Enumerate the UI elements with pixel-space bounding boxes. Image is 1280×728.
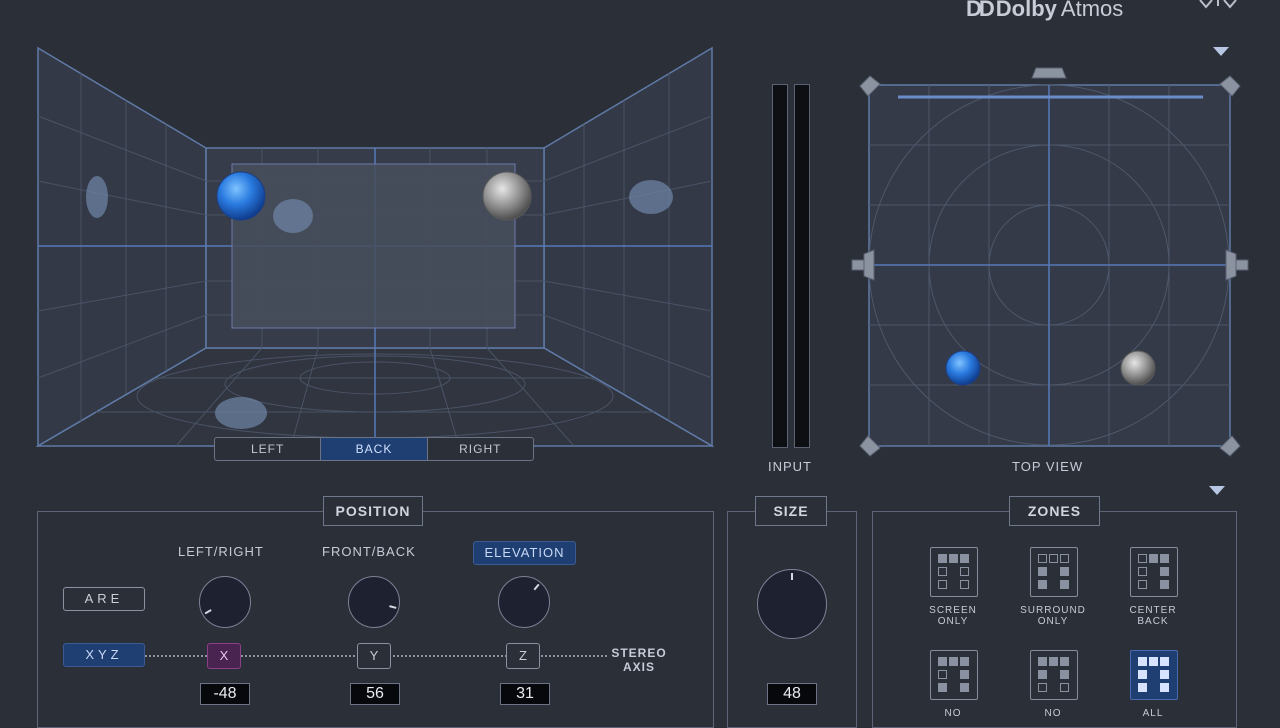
z-value-field[interactable]: 31	[500, 683, 550, 705]
xyz-mode-button[interactable]: XYZ	[63, 643, 145, 667]
audio-object-blue[interactable]	[216, 171, 266, 221]
zone-screen-line2: ONLY	[937, 616, 969, 627]
left-wall-shadow	[86, 176, 108, 218]
zone-all-button[interactable]	[1130, 650, 1178, 700]
zones-menu-arrow-icon[interactable]	[1209, 486, 1225, 495]
zone-no-back-label: NO	[1044, 708, 1062, 719]
zone-center-line2: BACK	[1137, 616, 1169, 627]
segment-back[interactable]: BACK	[321, 438, 428, 460]
top-object-blue[interactable]	[945, 350, 981, 386]
elevation-knob[interactable]	[498, 576, 550, 628]
zone-screen-only-button[interactable]	[930, 547, 978, 597]
zone-screen-only-label: SCREEN ONLY	[913, 605, 993, 627]
segment-left[interactable]: LEFT	[215, 438, 322, 460]
speaker-center-top-icon	[1031, 67, 1067, 79]
x-value-field[interactable]: -48	[200, 683, 250, 705]
brand-name-bold: Dolby	[995, 0, 1057, 21]
size-title: SIZE	[755, 496, 827, 526]
stereo-axis-line1: STEREO	[611, 646, 667, 660]
x-axis-button[interactable]: X	[207, 643, 241, 669]
input-meter-left	[772, 84, 788, 448]
settings-icon[interactable]	[1196, 0, 1240, 10]
top-object-gray[interactable]	[1120, 350, 1156, 386]
size-knob[interactable]	[757, 569, 827, 639]
zone-surround-line2: ONLY	[1037, 616, 1069, 627]
zone-surround-only-label: SURROUND ONLY	[1013, 605, 1093, 627]
zone-center-back-label: CENTER BACK	[1113, 605, 1193, 627]
y-value-field[interactable]: 56	[350, 683, 400, 705]
front-back-label: FRONT/BACK	[322, 544, 416, 559]
y-axis-button[interactable]: Y	[357, 643, 391, 669]
segment-right[interactable]: RIGHT	[428, 438, 533, 460]
z-axis-button[interactable]: Z	[506, 643, 540, 669]
back-wall-shadow	[273, 199, 313, 233]
front-back-knob[interactable]	[348, 576, 400, 628]
dolby-atmos-logo: DD Dolby Atmos	[966, 0, 1123, 22]
stereo-axis-label[interactable]: STEREO AXIS	[604, 646, 674, 674]
zone-no-sides-button[interactable]	[930, 650, 978, 700]
zone-surround-line1: SURROUND	[1020, 605, 1086, 616]
left-right-label: LEFT/RIGHT	[178, 544, 264, 559]
zone-no-sides-label: NO	[944, 708, 962, 719]
top-view-panner[interactable]	[848, 64, 1252, 464]
zones-title: ZONES	[1009, 496, 1100, 526]
top-view-label: TOP VIEW	[1012, 459, 1084, 474]
top-view-menu-arrow-icon[interactable]	[1213, 47, 1229, 56]
elevation-toggle[interactable]: ELEVATION	[473, 541, 576, 565]
zone-center-line1: CENTER	[1129, 605, 1177, 616]
speaker-left-icon	[851, 249, 875, 281]
speaker-right-icon	[1225, 249, 1249, 281]
size-value-field[interactable]: 48	[767, 683, 817, 705]
room-3d-view[interactable]	[36, 46, 714, 450]
right-wall-shadow	[629, 180, 673, 214]
zone-surround-only-button[interactable]	[1030, 547, 1078, 597]
input-meter-right	[794, 84, 810, 448]
floor-shadow	[215, 397, 267, 429]
brand-name-light: Atmos	[1060, 0, 1124, 21]
stereo-axis-line2: AXIS	[622, 660, 655, 674]
zone-center-back-button[interactable]	[1130, 547, 1178, 597]
dolby-symbol: DD	[966, 0, 995, 21]
input-meter-label: INPUT	[768, 459, 812, 474]
zone-no-back-button[interactable]	[1030, 650, 1078, 700]
wall-view-selector: LEFT BACK RIGHT	[214, 437, 534, 461]
zone-all-label: ALL	[1142, 708, 1164, 719]
audio-object-gray[interactable]	[482, 171, 532, 221]
are-mode-button[interactable]: ARE	[63, 587, 145, 611]
position-title: POSITION	[323, 496, 423, 526]
zone-screen-line1: SCREEN	[929, 605, 977, 616]
left-right-knob[interactable]	[199, 576, 251, 628]
